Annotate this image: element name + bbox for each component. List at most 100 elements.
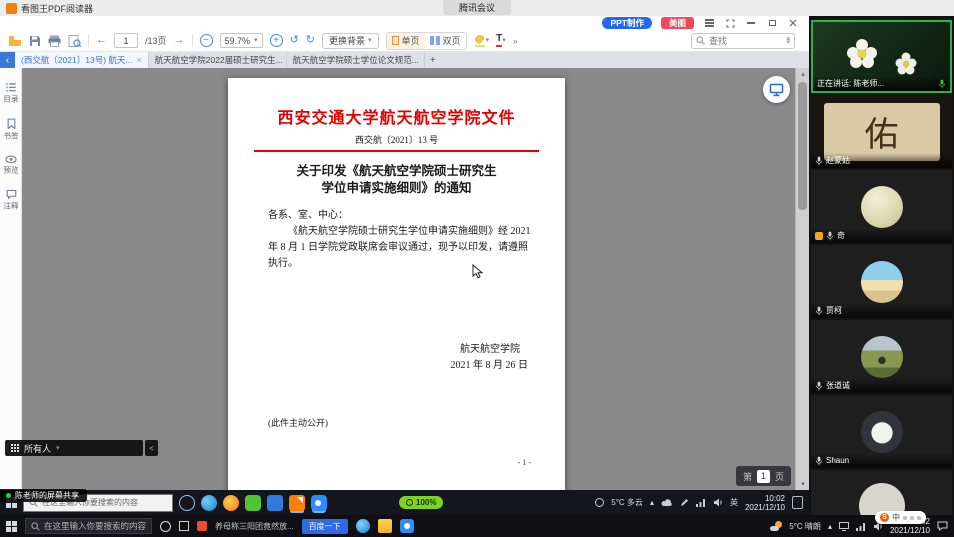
tencent-meeting-taskbar-icon[interactable]	[400, 519, 414, 533]
browser-icon[interactable]	[201, 495, 217, 511]
home-tab-icon[interactable]: ‹	[0, 52, 15, 68]
network-icon[interactable]	[856, 522, 866, 531]
chat-bubble-icon[interactable]	[937, 521, 948, 531]
battery-ring-icon	[406, 499, 413, 506]
scroll-up-icon[interactable]: ▴	[796, 68, 810, 80]
more-tools-icon[interactable]: »	[513, 36, 518, 46]
wechat-icon[interactable]	[245, 495, 261, 511]
battery-widget[interactable]: 100%	[399, 496, 443, 509]
meitu-promo-button[interactable]: 美图	[661, 17, 694, 29]
nav-preview-button[interactable]: 预览	[3, 156, 18, 176]
previous-page-icon[interactable]: ←	[96, 35, 107, 46]
tab-document-1[interactable]: (西交航〔2021〕13号) 航天... ×	[15, 52, 149, 68]
signature: 航天航空学院	[460, 340, 520, 355]
firefox-icon[interactable]	[223, 495, 239, 511]
next-page-icon[interactable]: →	[174, 35, 185, 46]
text-color-button[interactable]: T ▾	[496, 34, 506, 47]
vertical-scrollbar[interactable]: ▴ ▾	[795, 68, 809, 490]
scrollbar-thumb[interactable]	[798, 82, 807, 210]
page-indicator[interactable]: 第 1 页	[736, 466, 791, 486]
ime-mode-indicator[interactable]: 中	[892, 512, 900, 523]
news-widget-text[interactable]: 养母称三阳团竟然放...	[215, 521, 294, 532]
page-number-input[interactable]	[114, 33, 138, 48]
maximize-button[interactable]	[766, 17, 778, 29]
page-number: - 1 -	[518, 458, 531, 467]
nav-annotation-button[interactable]: 注释	[3, 190, 18, 212]
meeting-docs-button[interactable]	[763, 76, 790, 103]
action-center-icon[interactable]	[792, 496, 803, 509]
tray-expand-icon[interactable]: ▴	[650, 498, 654, 507]
network-icon[interactable]	[696, 498, 706, 507]
new-tab-button[interactable]: +	[425, 52, 441, 68]
participant-tile[interactable]: 佑 赵蒙姑	[811, 95, 952, 168]
close-tab-icon[interactable]: ×	[136, 55, 141, 65]
nav-outline-button[interactable]: 目录	[3, 83, 18, 105]
pdf-reader-taskbar-icon[interactable]	[289, 495, 305, 511]
weather-widget[interactable]: 5°C 多云	[611, 497, 643, 508]
document-viewport[interactable]: 西安交通大学航天航空学院文件 西交航〔2021〕13 号 关于印发《航天航空学院…	[22, 68, 795, 490]
meeting-title-pill[interactable]: 腾讯会议	[443, 0, 511, 15]
participant-tile-speaker[interactable]: 正在讲话: 陈老师...	[811, 20, 952, 93]
double-page-button[interactable]: 双页	[425, 33, 466, 49]
print-preview-icon[interactable]	[68, 35, 81, 47]
participant-tile[interactable]: Shaun	[811, 395, 952, 468]
print-icon[interactable]	[48, 35, 61, 47]
tray-ring-icon[interactable]	[595, 498, 604, 507]
open-file-icon[interactable]	[8, 35, 22, 47]
cortana-icon[interactable]	[160, 521, 171, 532]
office-icon[interactable]	[267, 495, 283, 511]
nav-bookmark-button[interactable]: 书签	[3, 119, 18, 142]
sogou-ime-bar[interactable]: S 中	[875, 511, 926, 524]
cortana-icon[interactable]	[179, 495, 195, 511]
taskbar-search-box[interactable]: 在这里输入你要搜索的内容	[25, 518, 152, 534]
participant-tile[interactable]: 贾柯	[811, 245, 952, 318]
fullscreen-icon[interactable]	[724, 17, 736, 29]
zoom-out-icon[interactable]: −	[200, 34, 213, 47]
collapse-chat-bar-button[interactable]: <	[145, 440, 158, 456]
highlighter-button[interactable]: ▾	[474, 35, 490, 47]
news-widget-icon	[197, 521, 207, 531]
search-placeholder: 在这里输入你要搜索的内容	[44, 520, 146, 532]
clock-widget[interactable]: 10:02 2021/12/10	[745, 494, 785, 512]
start-button[interactable]	[6, 521, 17, 532]
baidu-search-button[interactable]: 百度一下	[302, 519, 348, 534]
participant-tile[interactable]: 张道诚	[811, 320, 952, 393]
ppt-promo-button[interactable]: PPT制作	[602, 17, 652, 29]
weather-widget[interactable]: 5°C 晴朗	[789, 521, 821, 532]
ime-tool-icon[interactable]	[903, 516, 907, 520]
tencent-meeting-taskbar-icon[interactable]	[311, 495, 327, 511]
tab-document-3[interactable]: 航天航空学院硕士学位论文规范... ×	[287, 52, 425, 68]
ime-tool-icon[interactable]	[910, 516, 914, 520]
participant-tile[interactable]	[811, 470, 952, 515]
chat-target-bar[interactable]: 所有人 ▾	[5, 440, 143, 456]
zoom-level-dropdown[interactable]: 59.7% ▾	[220, 33, 263, 48]
sogou-logo-icon: S	[880, 513, 889, 522]
single-page-button[interactable]: 单页	[387, 33, 425, 49]
monitor-icon[interactable]	[839, 522, 849, 531]
menu-icon[interactable]	[703, 17, 715, 29]
find-input[interactable]	[709, 36, 767, 46]
change-background-button[interactable]: 更换背景 ▾	[322, 33, 379, 49]
save-icon[interactable]	[29, 35, 41, 47]
participant-tile[interactable]: 奇	[811, 170, 952, 243]
tray-expand-icon[interactable]: ▴	[828, 522, 832, 531]
zoom-in-icon[interactable]: +	[270, 34, 283, 47]
tab-document-2[interactable]: 航天航空学院2022届硕士研究生... ×	[149, 52, 287, 68]
browser-icon[interactable]	[356, 519, 370, 533]
pen-icon[interactable]	[680, 498, 689, 507]
ime-tool-icon[interactable]	[917, 516, 921, 520]
rotate-right-icon[interactable]: ↻	[306, 35, 315, 46]
document-header: 西安交通大学航天航空学院文件	[228, 104, 565, 128]
find-next-icon[interactable]: ▾	[786, 41, 790, 45]
task-view-icon[interactable]	[179, 521, 189, 531]
cloud-icon[interactable]	[661, 499, 673, 507]
close-button[interactable]	[787, 17, 799, 29]
minimize-button[interactable]	[745, 17, 757, 29]
scroll-down-icon[interactable]: ▾	[796, 478, 810, 490]
speaker-icon[interactable]	[713, 498, 723, 507]
file-explorer-icon[interactable]	[378, 519, 392, 533]
participant-video	[811, 470, 952, 515]
tray-date: 2021/12/10	[890, 526, 930, 535]
rotate-left-icon[interactable]: ↺	[290, 35, 299, 46]
ime-indicator[interactable]: 英	[730, 497, 738, 508]
